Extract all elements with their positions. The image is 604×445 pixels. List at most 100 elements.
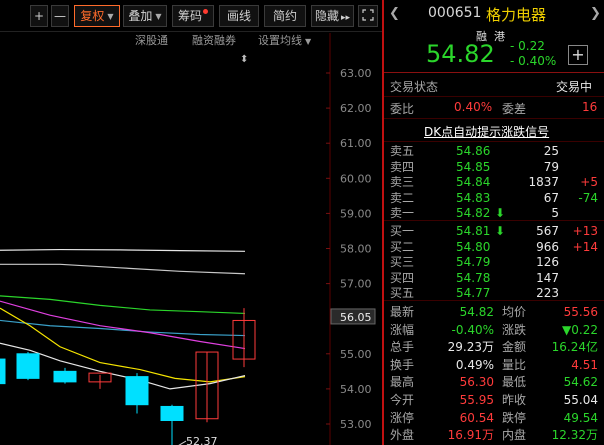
yincang-label: 隐藏 xyxy=(314,9,339,23)
stat-value: 16.91万 xyxy=(447,428,494,443)
stat-label: 内盘 xyxy=(502,428,527,443)
jianyue-button[interactable]: 简约 xyxy=(264,5,306,27)
arrow-down-icon: ⬇ xyxy=(495,224,506,238)
resize-handle-icon[interactable]: ⬍ xyxy=(240,52,248,68)
divider xyxy=(384,141,604,142)
stat-label: 今开 xyxy=(390,393,415,407)
stat-value: 4.51 xyxy=(571,357,598,372)
level-price: 54.80 xyxy=(456,239,491,254)
price-tick-label: 61.00 xyxy=(340,137,372,150)
price-change: - 0.22 xyxy=(510,39,545,53)
level-price: 54.86 xyxy=(456,144,491,158)
prev-stock-icon[interactable]: ❮ xyxy=(389,6,400,21)
level-volume: 126 xyxy=(536,255,559,269)
level-price: 54.81 xyxy=(456,224,491,238)
weibi-label: 委比 xyxy=(390,102,415,116)
level-volume: 147 xyxy=(536,270,559,285)
ma-line-cyan xyxy=(0,319,246,337)
divider xyxy=(384,96,604,97)
level-label: 买一 xyxy=(390,224,415,238)
price-tick-label: 60.00 xyxy=(340,172,372,185)
level-label: 买四 xyxy=(390,270,415,285)
level-volume: 1837 xyxy=(528,175,559,189)
stat-row: 今开 55.95 昨收 55.04 xyxy=(384,391,604,409)
add-watchlist-button[interactable]: + xyxy=(568,45,588,65)
stat-value: 55.95 xyxy=(459,393,494,407)
diejia-dropdown[interactable]: 叠加 ▼ xyxy=(123,5,167,27)
candle-down xyxy=(16,353,40,379)
stat-value: 55.04 xyxy=(563,393,598,407)
level-volume: 79 xyxy=(543,159,559,174)
chouma-label: 筹码 xyxy=(177,9,202,23)
candle-down xyxy=(125,376,149,406)
chouma-button[interactable]: 筹码 xyxy=(172,5,214,27)
level-delta: +5 xyxy=(580,175,598,189)
stock-code: 000651 xyxy=(428,5,482,21)
level-label: 卖四 xyxy=(390,159,415,174)
stat-label: 均价 xyxy=(502,305,527,319)
stat-label: 总手 xyxy=(390,340,415,355)
zoom-out-button[interactable]: — xyxy=(51,5,69,27)
fuquan-dropdown[interactable]: 复权 ▼ xyxy=(74,5,120,27)
fullscreen-button[interactable] xyxy=(358,5,378,27)
level-delta: +14 xyxy=(572,239,598,254)
level-volume: 966 xyxy=(536,239,559,254)
bid-row[interactable]: 买二 54.80 966 +14 xyxy=(384,240,604,254)
stat-row: 涨停 60.54 跌停 49.54 xyxy=(384,409,604,427)
weibi-value: 0.40% xyxy=(454,100,493,114)
next-stock-icon[interactable]: ❯ xyxy=(590,6,601,21)
ma-line-gray xyxy=(0,263,246,275)
level-label: 买五 xyxy=(390,286,415,300)
price-tick-label: 53.00 xyxy=(340,418,372,431)
ask-row[interactable]: 卖四 54.85 79 xyxy=(384,160,604,174)
last-price: 54.82 xyxy=(426,40,495,68)
level-label: 卖一 xyxy=(390,206,415,220)
stat-label: 金额 xyxy=(502,340,527,355)
divider xyxy=(384,72,604,73)
huaxian-button[interactable]: 画线 xyxy=(219,5,259,27)
ma-settings-label: 设置均线 xyxy=(258,34,302,47)
candle-down xyxy=(53,370,77,383)
price-change-pct: - 0.40% xyxy=(510,54,557,68)
level-label: 卖三 xyxy=(390,175,415,189)
bid-row[interactable]: 买四 54.78 147 xyxy=(384,271,604,285)
stat-row: 最新 54.82 均价 55.56 xyxy=(384,303,604,321)
trade-status-value: 交易中 xyxy=(556,80,593,94)
level-volume: 223 xyxy=(536,286,559,300)
ask-row[interactable]: 卖二 54.83 67 -74 xyxy=(384,191,604,205)
ask-row[interactable]: 卖五 54.86 25 xyxy=(384,144,604,158)
bid-row[interactable]: 买一 54.81 ⬇ 567 +13 xyxy=(384,224,604,238)
rongzirongquan-link[interactable]: 融资融券 xyxy=(192,33,236,49)
ask-row[interactable]: 卖一 54.82 ⬇ 5 xyxy=(384,206,604,220)
dk-signal-link[interactable]: DK点自动提示涨跌信号 xyxy=(424,123,549,140)
level-price: 54.77 xyxy=(456,286,491,300)
stat-label: 外盘 xyxy=(390,428,415,443)
trade-status-label: 交易状态 xyxy=(390,80,439,94)
level-label: 买二 xyxy=(390,239,415,254)
stat-row: 最高 56.30 最低 54.62 xyxy=(384,373,604,391)
bid-row[interactable]: 买五 54.77 223 xyxy=(384,286,604,300)
candle-down xyxy=(160,405,184,421)
stat-value: 0.49% xyxy=(455,357,494,372)
price-tick-label: 54.00 xyxy=(340,383,372,396)
level-price: 54.83 xyxy=(456,190,491,205)
ask-row[interactable]: 卖三 54.84 1837 +5 xyxy=(384,175,604,189)
quote-panel: ❮ 000651 格力电器 ❯ 融 港 54.82 - 0.22 - 0.40%… xyxy=(384,0,604,445)
shengutong-link[interactable]: 深股通 xyxy=(135,33,168,49)
stat-row: 涨幅 -0.40% 涨跌 ▼0.22 xyxy=(384,321,604,339)
stat-value: 54.62 xyxy=(563,375,598,390)
expand-icon xyxy=(362,9,374,21)
price-tick-label: 62.00 xyxy=(340,102,372,115)
stat-label: 最高 xyxy=(390,375,415,390)
stat-label: 量比 xyxy=(502,357,527,372)
ma-line-green xyxy=(0,295,246,315)
diejia-label: 叠加 xyxy=(128,9,153,23)
yincang-button[interactable]: 隐藏 ▸▸ xyxy=(311,5,354,27)
stat-value: 56.30 xyxy=(459,375,494,390)
bid-row[interactable]: 买三 54.79 126 xyxy=(384,255,604,269)
kline-chart[interactable]: 52.37 63.00 62.00 61.00 60.00 59.00 58.00 57.0… xyxy=(0,0,382,445)
stat-label: 换手 xyxy=(390,357,415,372)
zoom-in-button[interactable]: + xyxy=(30,5,48,27)
stat-value: 16.24亿 xyxy=(551,340,598,355)
ma-settings-dropdown[interactable]: 设置均线 ▼ xyxy=(258,33,311,49)
